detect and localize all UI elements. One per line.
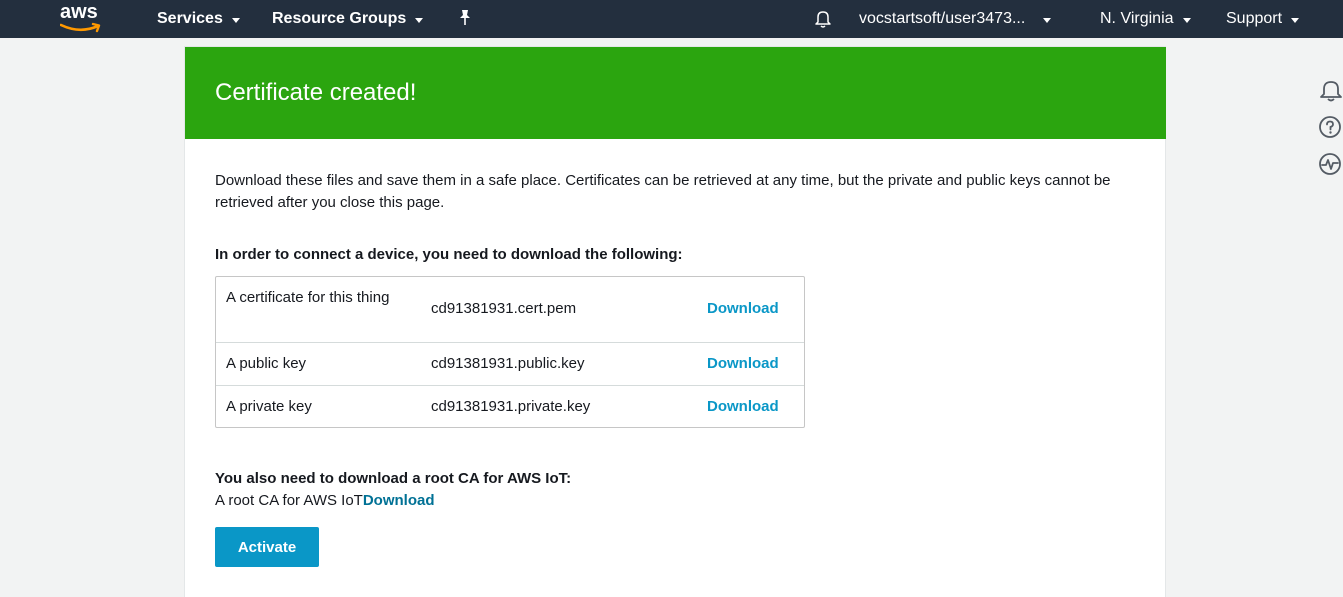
chevron-down-icon xyxy=(1043,17,1052,23)
chevron-down-icon xyxy=(415,17,424,23)
intro-text: Download these files and save them in a … xyxy=(215,172,1111,211)
download-private-key-link[interactable]: Download xyxy=(707,396,779,418)
support-menu[interactable]: Support xyxy=(1226,0,1300,38)
chevron-down-icon xyxy=(1291,17,1300,23)
success-banner: Certificate created! xyxy=(185,47,1166,139)
resource-groups-label: Resource Groups xyxy=(272,10,407,27)
file-name: cd91381931.public.key xyxy=(431,355,585,372)
file-description: A certificate for this thing xyxy=(226,289,390,306)
chevron-down-icon xyxy=(1182,17,1191,23)
activity-icon[interactable] xyxy=(1318,152,1343,177)
root-ca-heading: You also need to download a root CA for … xyxy=(215,470,572,487)
aws-smile-icon xyxy=(60,22,101,33)
page-title: Certificate created! xyxy=(215,79,417,106)
aws-logo[interactable]: aws xyxy=(60,2,104,36)
services-menu[interactable]: Services xyxy=(157,0,240,38)
chevron-down-icon xyxy=(231,17,240,23)
bell-icon[interactable] xyxy=(1318,78,1343,103)
file-name: cd91381931.private.key xyxy=(431,398,591,415)
region-label: N. Virginia xyxy=(1100,10,1174,27)
required-files-heading: In order to connect a device, you need t… xyxy=(215,246,683,263)
table-row: A public key cd91381931.public.key Downl… xyxy=(216,342,804,385)
pin-icon[interactable] xyxy=(457,9,473,27)
file-name: cd91381931.cert.pem xyxy=(431,300,577,317)
download-root-ca-link[interactable]: Download xyxy=(363,492,435,509)
file-description: A public key xyxy=(226,355,307,372)
top-navigation-bar: aws Services Resource Groups vocstartsof… xyxy=(0,0,1343,38)
aws-logo-text: aws xyxy=(60,1,98,23)
table-row: A certificate for this thing cd91381931.… xyxy=(216,277,804,342)
root-ca-label: A root CA for AWS IoT xyxy=(215,492,363,509)
table-row: A private key cd91381931.private.key Dow… xyxy=(216,385,804,427)
resource-groups-menu[interactable]: Resource Groups xyxy=(272,0,424,38)
help-icon[interactable] xyxy=(1318,115,1343,140)
file-description: A private key xyxy=(226,398,312,415)
certificate-created-panel: Certificate created! Download these file… xyxy=(184,46,1166,597)
account-label: vocstartsoft/user3473... xyxy=(859,10,1026,27)
activate-button[interactable]: Activate xyxy=(215,527,319,567)
bell-icon[interactable] xyxy=(814,9,832,29)
files-table: A certificate for this thing cd91381931.… xyxy=(215,276,805,428)
services-label: Services xyxy=(157,10,223,27)
account-menu[interactable]: vocstartsoft/user3473... xyxy=(859,0,1052,38)
support-label: Support xyxy=(1226,10,1283,27)
download-public-key-link[interactable]: Download xyxy=(707,353,779,375)
region-menu[interactable]: N. Virginia xyxy=(1100,0,1191,38)
root-ca-line: A root CA for AWS IoTDownload xyxy=(215,491,435,511)
download-certificate-link[interactable]: Download xyxy=(707,298,779,320)
